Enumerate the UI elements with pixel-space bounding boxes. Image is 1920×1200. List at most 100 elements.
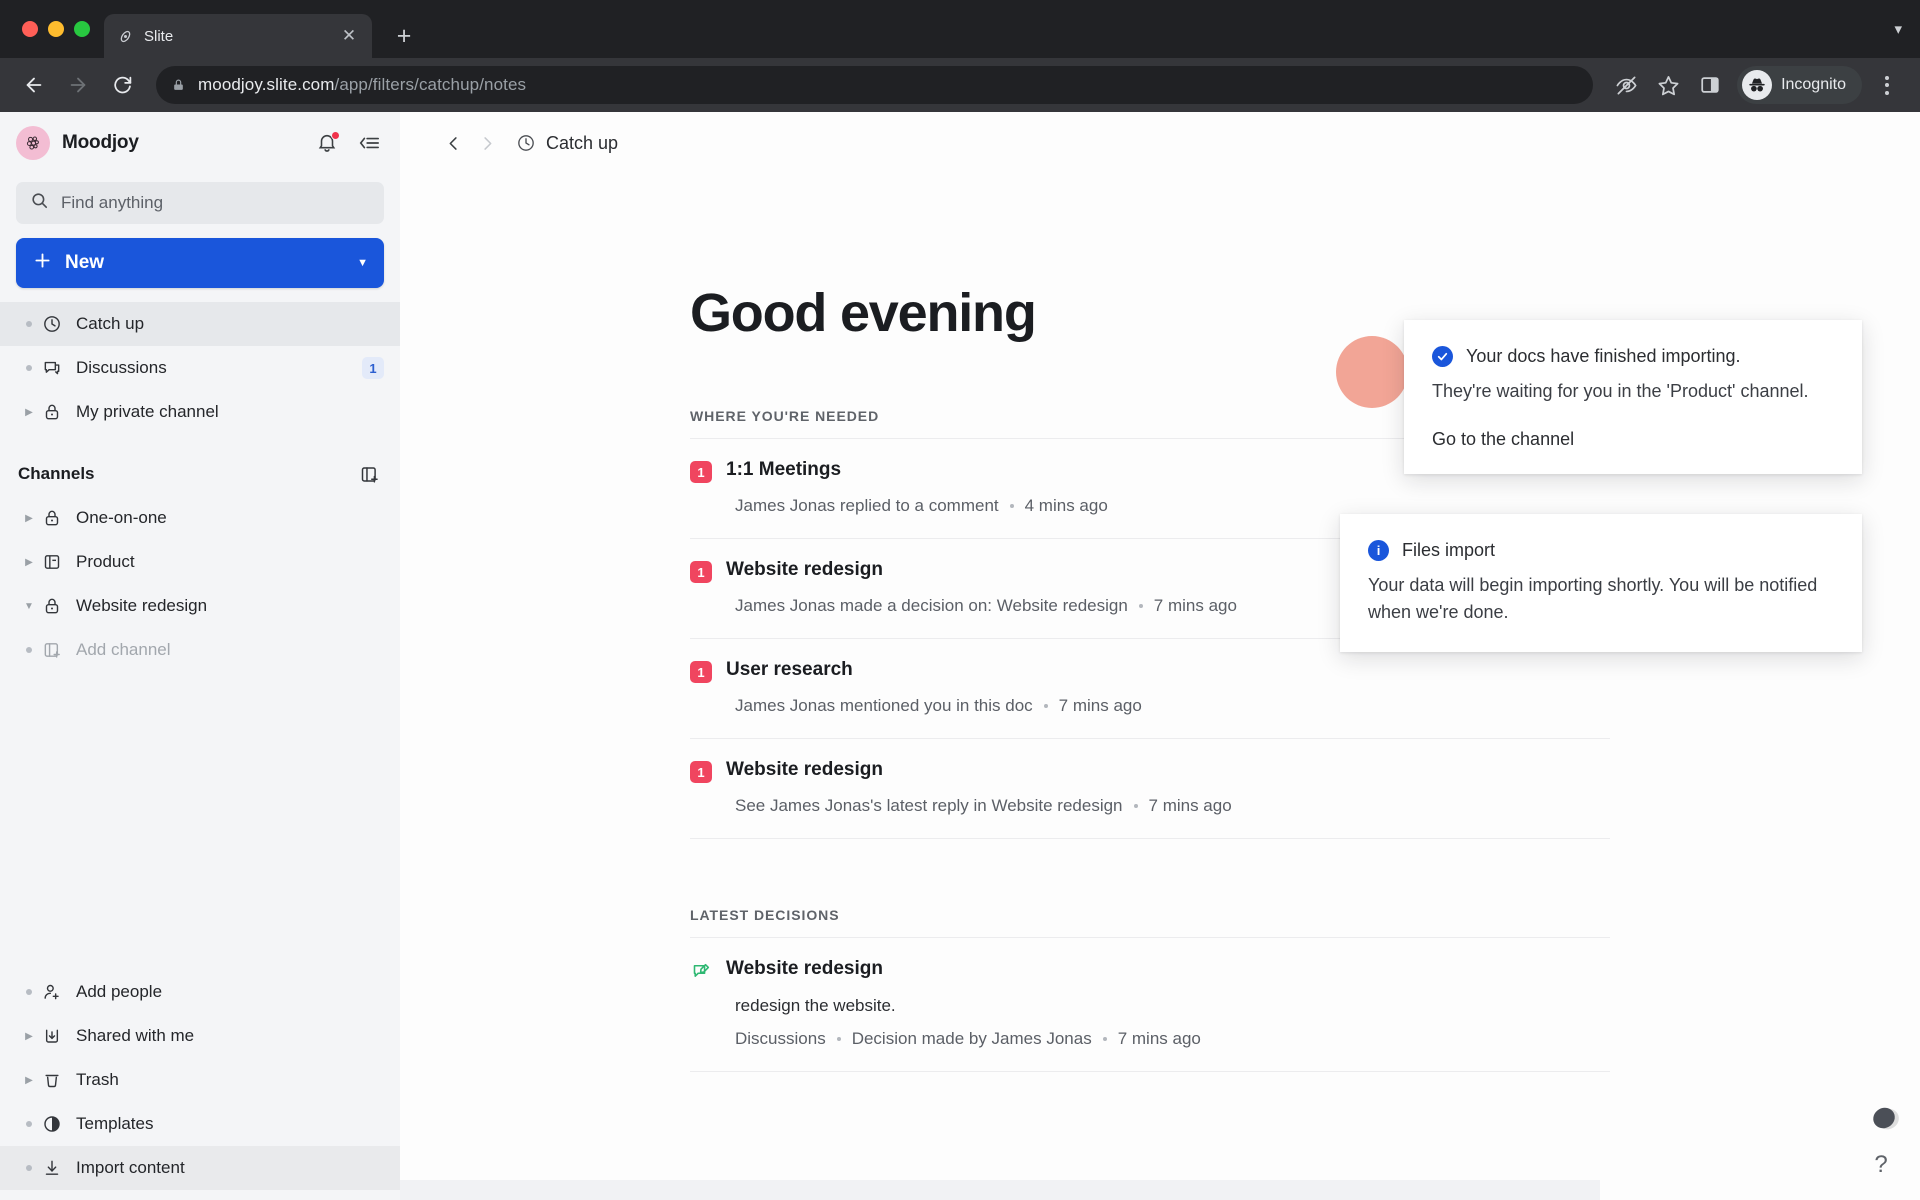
- sidebar-item-product[interactable]: ▶ Product: [0, 540, 400, 584]
- bell-icon[interactable]: [314, 130, 340, 156]
- decision-icon: [690, 960, 712, 982]
- maximize-window-button[interactable]: [74, 21, 90, 37]
- avatar: [1336, 336, 1408, 408]
- unread-badge: 1: [362, 357, 384, 379]
- browser-tab[interactable]: Slite ✕: [104, 14, 372, 58]
- sidebar-item-label: One-on-one: [76, 508, 167, 528]
- templates-icon: [42, 1114, 76, 1134]
- toast-docs-imported[interactable]: Your docs have finished importing. They'…: [1404, 320, 1862, 474]
- go-to-channel-link[interactable]: Go to the channel: [1432, 429, 1834, 450]
- list-item-title: Website redesign: [726, 759, 883, 781]
- toast-files-import[interactable]: i Files import Your data will begin impo…: [1340, 514, 1862, 652]
- breadcrumb-label: Catch up: [546, 133, 618, 154]
- bullet-icon: [16, 647, 42, 653]
- list-item-author: Decision made by James Jonas: [852, 1029, 1092, 1049]
- browser-window: Slite ✕ + ▾: [0, 0, 1920, 1200]
- back-button[interactable]: [14, 65, 54, 105]
- chevron-left-icon[interactable]: [436, 126, 470, 160]
- star-icon[interactable]: [1649, 66, 1687, 104]
- clock-icon: [516, 133, 536, 153]
- separator-dot-icon: [1044, 704, 1048, 708]
- add-channel-icon: [42, 640, 76, 660]
- toast-header: Your docs have finished importing.: [1432, 346, 1834, 367]
- close-icon[interactable]: ✕: [338, 25, 360, 47]
- chevron-right-icon[interactable]: [470, 126, 504, 160]
- address-bar[interactable]: moodjoy.slite.com/app/filters/catchup/no…: [156, 66, 1593, 104]
- kebab-menu-icon[interactable]: [1868, 66, 1906, 104]
- bullet-icon: [16, 1121, 42, 1127]
- list-item-subtitle: See James Jonas's latest reply in Websit…: [735, 796, 1123, 816]
- sidebar-item-templates[interactable]: Templates: [0, 1102, 400, 1146]
- sidebar-spacer: [0, 672, 400, 970]
- list-item-subtitle: James Jonas made a decision on: Website …: [735, 596, 1128, 616]
- horizontal-scrollbar[interactable]: [400, 1180, 1600, 1200]
- sidebar-item-add-people[interactable]: Add people: [0, 970, 400, 1014]
- close-window-button[interactable]: [22, 21, 38, 37]
- list-item-title: Website redesign: [726, 559, 883, 581]
- list-item-head: Website redesign: [690, 958, 1610, 982]
- sidebar-item-label: My private channel: [76, 402, 219, 422]
- toast-title: Your docs have finished importing.: [1466, 346, 1741, 367]
- section-label-decisions: LATEST DECISIONS: [690, 907, 1610, 923]
- unread-badge: 1: [690, 561, 712, 583]
- chevron-down-icon[interactable]: ▼: [16, 601, 42, 612]
- sidebar-item-add-channel[interactable]: Add channel: [0, 628, 400, 672]
- sidebar-item-discussions[interactable]: Discussions 1: [0, 346, 400, 390]
- sidebar-item-shared-with-me[interactable]: ▶ Shared with me: [0, 1014, 400, 1058]
- sidebar-item-my-private-channel[interactable]: ▶ My private channel: [0, 390, 400, 434]
- slite-app: Moodjoy: [0, 112, 1920, 1200]
- list-item[interactable]: 1 Website redesign See James Jonas's lat…: [690, 738, 1610, 839]
- list-item-time: 7 mins ago: [1154, 596, 1237, 616]
- shared-inbox-icon: [42, 1026, 76, 1046]
- new-button[interactable]: New ▼: [16, 238, 384, 288]
- minimize-window-button[interactable]: [48, 21, 64, 37]
- channels-section-header: Channels: [0, 452, 400, 496]
- caret-down-icon[interactable]: ▼: [357, 257, 368, 269]
- list-item-title: Website redesign: [726, 958, 883, 980]
- sidebar-item-website-redesign[interactable]: ▼ Website redesign: [0, 584, 400, 628]
- list-item-time: 4 mins ago: [1025, 496, 1108, 516]
- list-item[interactable]: Website redesign redesign the website. D…: [690, 937, 1610, 1072]
- chevron-right-icon[interactable]: ▶: [16, 1075, 42, 1086]
- sidebar-item-label: Trash: [76, 1070, 119, 1090]
- chevron-right-icon[interactable]: ▶: [16, 513, 42, 524]
- side-panel-icon[interactable]: [1691, 66, 1729, 104]
- bullet-icon: [16, 1165, 42, 1171]
- sidebar-item-trash[interactable]: ▶ Trash: [0, 1058, 400, 1102]
- workspace-actions: [314, 130, 382, 156]
- list-item-meta: Discussions Decision made by James Jonas…: [735, 1029, 1610, 1049]
- chevron-right-icon[interactable]: ▶: [16, 407, 42, 418]
- unread-badge: 1: [690, 761, 712, 783]
- breadcrumb[interactable]: Catch up: [516, 133, 618, 154]
- reload-button[interactable]: [102, 65, 142, 105]
- chevron-right-icon[interactable]: ▶: [16, 1031, 42, 1042]
- unread-badge: 1: [690, 661, 712, 683]
- list-item-title: User research: [726, 659, 853, 681]
- sidebar-item-import-content[interactable]: Import content: [0, 1146, 400, 1190]
- incognito-indicator[interactable]: Incognito: [1737, 66, 1862, 104]
- separator-dot-icon: [1103, 1037, 1107, 1041]
- notification-dot: [331, 131, 340, 140]
- collapse-sidebar-icon[interactable]: [356, 130, 382, 156]
- eye-slash-icon[interactable]: [1607, 66, 1645, 104]
- search-input[interactable]: Find anything: [16, 182, 384, 224]
- add-person-icon: [42, 982, 76, 1002]
- help-question-icon[interactable]: ?: [1868, 1152, 1894, 1178]
- list-item-meta: See James Jonas's latest reply in Websit…: [735, 796, 1610, 816]
- tab-strip-right: ▾: [1894, 0, 1920, 58]
- forward-button[interactable]: [58, 65, 98, 105]
- separator-dot-icon: [1010, 504, 1014, 508]
- list-item[interactable]: 1 User research James Jonas mentioned yo…: [690, 638, 1610, 738]
- workspace-header[interactable]: Moodjoy: [0, 112, 400, 174]
- sidebar-item-label: Templates: [76, 1114, 153, 1134]
- chevron-right-icon[interactable]: ▶: [16, 557, 42, 568]
- lock-icon: [170, 77, 186, 93]
- add-channel-icon[interactable]: [356, 461, 382, 487]
- sidebar-item-label: Shared with me: [76, 1026, 194, 1046]
- sidebar-item-label: Discussions: [76, 358, 167, 378]
- sidebar-item-one-on-one[interactable]: ▶ One-on-one: [0, 496, 400, 540]
- sidebar-item-catch-up[interactable]: Catch up: [0, 302, 400, 346]
- chevron-down-icon[interactable]: ▾: [1894, 20, 1902, 38]
- new-tab-button[interactable]: +: [386, 18, 422, 54]
- trash-icon: [42, 1070, 76, 1090]
